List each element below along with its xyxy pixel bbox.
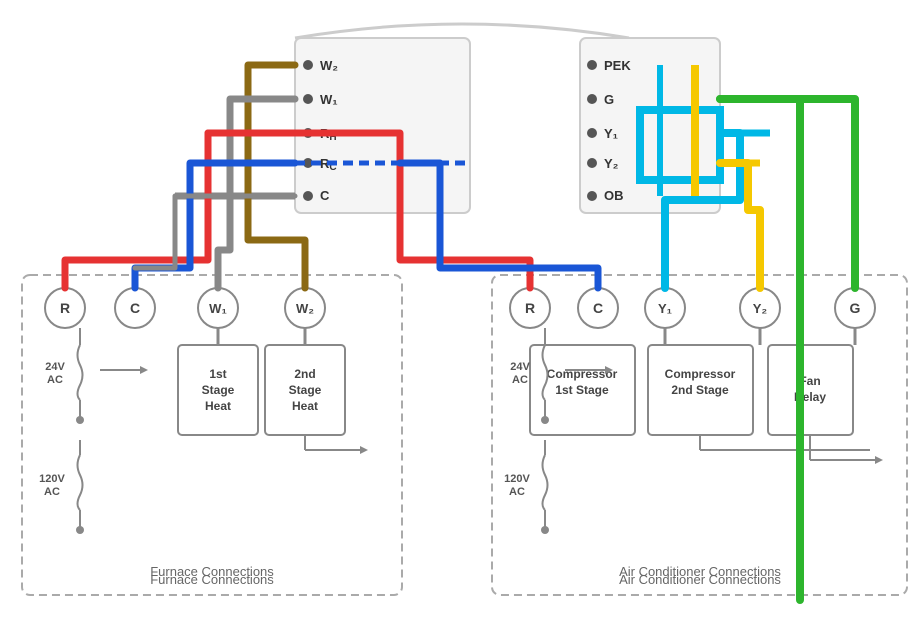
svg-text:24V: 24V	[45, 361, 65, 373]
svg-text:Y₁: Y₁	[658, 301, 672, 316]
svg-text:1st Stage: 1st Stage	[555, 383, 609, 397]
svg-text:W₁: W₁	[320, 92, 338, 107]
svg-text:2nd: 2nd	[294, 367, 315, 381]
svg-text:W₂: W₂	[320, 58, 338, 73]
svg-text:24V: 24V	[510, 361, 530, 373]
svg-text:AC: AC	[512, 374, 528, 386]
svg-text:Stage: Stage	[202, 383, 235, 397]
svg-text:G: G	[604, 92, 614, 107]
svg-text:Y₂: Y₂	[753, 301, 768, 316]
svg-text:AC: AC	[509, 486, 525, 498]
svg-text:W₁: W₁	[209, 301, 227, 316]
svg-text:1st: 1st	[209, 367, 226, 381]
svg-text:120V: 120V	[504, 473, 530, 485]
svg-text:Compressor: Compressor	[665, 367, 736, 381]
svg-text:Heat: Heat	[292, 399, 318, 413]
svg-text:C: C	[320, 188, 330, 203]
svg-text:Y₂: Y₂	[604, 156, 619, 171]
svg-text:PEK: PEK	[604, 58, 631, 73]
svg-text:R: R	[60, 300, 70, 316]
svg-text:AC: AC	[47, 374, 63, 386]
svg-text:G: G	[850, 300, 861, 316]
svg-text:R: R	[525, 300, 535, 316]
svg-text:Y₁: Y₁	[604, 126, 618, 141]
svg-text:C: C	[593, 300, 603, 316]
svg-text:AC: AC	[44, 486, 60, 498]
ac-label: Air Conditioner Connections	[619, 572, 781, 587]
svg-text:OB: OB	[604, 188, 624, 203]
main-diagram: { "title": "HVAC Wiring Diagram", "therm…	[0, 0, 923, 641]
wiring-diagram-svg: W₂ W₁ RH RC C PEK G Y₁ Y₂ OB	[0, 0, 923, 641]
furnace-label: Furnace Connections	[150, 572, 274, 587]
svg-text:C: C	[130, 300, 140, 316]
svg-text:120V: 120V	[39, 473, 65, 485]
svg-text:Stage: Stage	[289, 383, 322, 397]
svg-text:Heat: Heat	[205, 399, 231, 413]
svg-text:2nd Stage: 2nd Stage	[671, 383, 729, 397]
svg-text:W₂: W₂	[296, 301, 314, 316]
